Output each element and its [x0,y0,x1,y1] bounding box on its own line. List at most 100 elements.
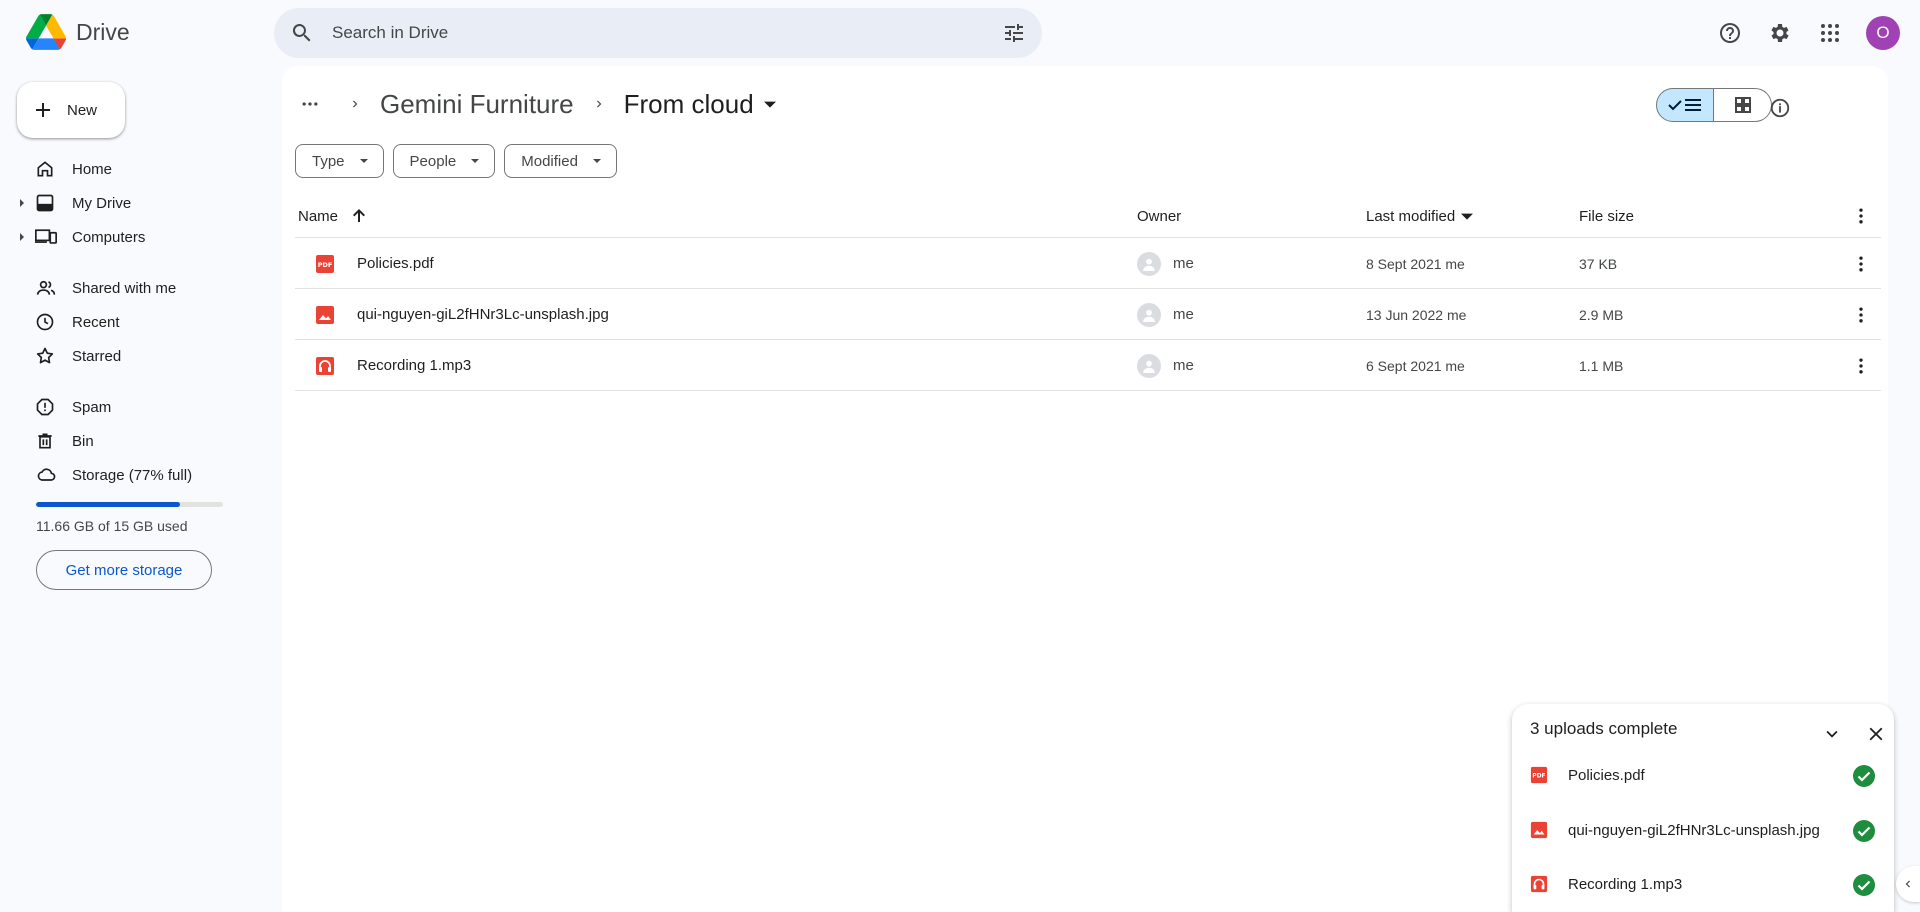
file-name[interactable]: Policies.pdf [357,255,434,272]
filter-type-chip[interactable]: Type [295,144,384,178]
search-input[interactable] [332,8,952,58]
column-header-last-modified[interactable]: Last modified [1366,194,1474,238]
expand-arrow-icon[interactable] [16,233,28,241]
file-name[interactable]: qui-nguyen-giL2fHNr3Lc-unsplash.jpg [357,306,609,323]
more-vert-icon[interactable] [1851,289,1871,340]
info-icon[interactable] [1760,88,1800,128]
help-icon[interactable] [1710,13,1750,53]
breadcrumb-current-folder[interactable]: From cloud [624,89,776,120]
owner-cell: me [1137,238,1194,289]
sidebar-item-starred[interactable]: Starred [16,340,242,372]
filter-chips: Type People Modified [295,144,617,178]
sidebar-item-label: Computers [72,228,146,246]
upload-item[interactable]: Recording 1.mp3 [1530,869,1876,899]
sidebar-item-label: Home [72,160,113,178]
more-vert-icon[interactable] [1851,194,1871,238]
sidebar-item-label: My Drive [72,194,132,212]
last-modified-cell: 6 Sept 2021 me [1366,357,1465,374]
app-name: Drive [76,18,130,45]
apps-grid-icon[interactable] [1810,13,1850,53]
sidebar-item-spam[interactable]: Spam [16,391,242,423]
sidebar-item-my-drive[interactable]: My Drive [16,187,242,219]
more-horizontal-icon[interactable] [290,94,330,114]
sidebar-item-label: Bin [72,432,94,450]
breadcrumb-parent[interactable]: Gemini Furniture [380,89,574,120]
search-bar[interactable] [274,8,1042,58]
upload-complete-check-icon [1853,765,1875,787]
chip-label: People [409,152,457,170]
sidebar-item-label: Spam [72,398,112,416]
spam-icon [35,397,59,417]
sidebar-item-label: Starred [72,347,122,365]
chip-label: Modified [521,152,578,170]
upload-file-name: Recording 1.mp3 [1568,875,1683,893]
chevron-right-icon [348,97,362,111]
side-panel-toggle[interactable] [1896,866,1920,902]
file-name-cell: Recording 1.mp3 [315,340,471,391]
chevron-down-icon[interactable] [1812,714,1852,754]
last-modified-cell: 13 Jun 2022 me [1366,306,1467,323]
owner-cell: me [1137,340,1194,391]
caret-down-icon [359,159,368,163]
upload-complete-check-icon [1853,820,1875,842]
caret-down-icon [1461,213,1474,220]
file-size-cell: 37 KB [1579,255,1618,272]
audio-file-icon [1530,875,1548,893]
list-view-button[interactable] [1656,88,1714,122]
cloud-icon [35,465,59,485]
header-actions: O [1710,13,1900,53]
caret-down-icon [592,159,601,163]
file-name[interactable]: Recording 1.mp3 [357,357,471,374]
upload-file-name: Policies.pdf [1568,766,1645,784]
file-name-cell: PDF Policies.pdf [315,238,434,289]
upload-item[interactable]: qui-nguyen-giL2fHNr3Lc-unsplash.jpg [1530,815,1876,845]
more-vert-icon[interactable] [1851,340,1871,391]
upload-file-name: qui-nguyen-giL2fHNr3Lc-unsplash.jpg [1568,821,1820,839]
expand-arrow-icon[interactable] [16,199,28,207]
column-header-file-size[interactable]: File size [1579,194,1634,238]
caret-down-icon [763,101,776,108]
grid-icon [1734,97,1751,113]
get-more-storage-button[interactable]: Get more storage [36,550,212,590]
svg-text:PDF: PDF [1532,774,1545,780]
person-icon [1137,302,1161,327]
close-icon[interactable] [1856,714,1896,754]
owner-name: me [1173,306,1194,323]
table-row[interactable]: Recording 1.mp3 me 6 Sept 2021 me 1.1 MB [295,340,1881,391]
sidebar-item-home[interactable]: Home [16,153,242,185]
storage-usage-bar [36,502,223,507]
upload-item[interactable]: PDF Policies.pdf [1530,760,1876,790]
sidebar-item-shared-with-me[interactable]: Shared with me [16,272,242,304]
more-vert-icon[interactable] [1851,238,1871,289]
search-icon[interactable] [290,21,314,50]
pdf-file-icon: PDF [1530,766,1548,784]
settings-gear-icon[interactable] [1760,13,1800,53]
column-label: Name [298,207,339,225]
audio-file-icon [316,356,334,375]
table-row[interactable]: PDF Policies.pdf me 8 Sept 2021 me 37 KB [295,238,1881,289]
sidebar-item-computers[interactable]: Computers [16,221,242,253]
drive-logo-icon [26,14,66,50]
filter-people-chip[interactable]: People [392,144,496,178]
computers-icon [35,227,59,247]
column-header-owner[interactable]: Owner [1137,194,1181,238]
plus-icon [36,103,50,117]
sidebar-item-storage[interactable]: Storage (77% full) [16,459,242,491]
column-label: File size [1579,207,1635,225]
owner-name: me [1173,357,1194,374]
upload-complete-check-icon [1853,874,1875,896]
account-avatar[interactable]: O [1866,16,1900,50]
breadcrumb: Gemini Furniture From cloud [290,84,776,124]
people-icon [35,278,59,298]
upload-panel-title: 3 uploads complete [1530,719,1678,738]
sidebar-item-bin[interactable]: Bin [16,425,242,457]
column-header-name[interactable]: Name [298,194,374,238]
search-options-icon[interactable] [1002,21,1026,50]
sidebar-item-recent[interactable]: Recent [16,306,242,338]
new-button[interactable]: New [17,82,125,138]
top-bar: Drive O [0,0,1920,66]
drive-logo[interactable]: Drive [26,14,130,50]
table-row[interactable]: qui-nguyen-giL2fHNr3Lc-unsplash.jpg me 1… [295,289,1881,340]
sort-up-arrow-icon[interactable] [344,206,374,226]
filter-modified-chip[interactable]: Modified [504,144,617,178]
